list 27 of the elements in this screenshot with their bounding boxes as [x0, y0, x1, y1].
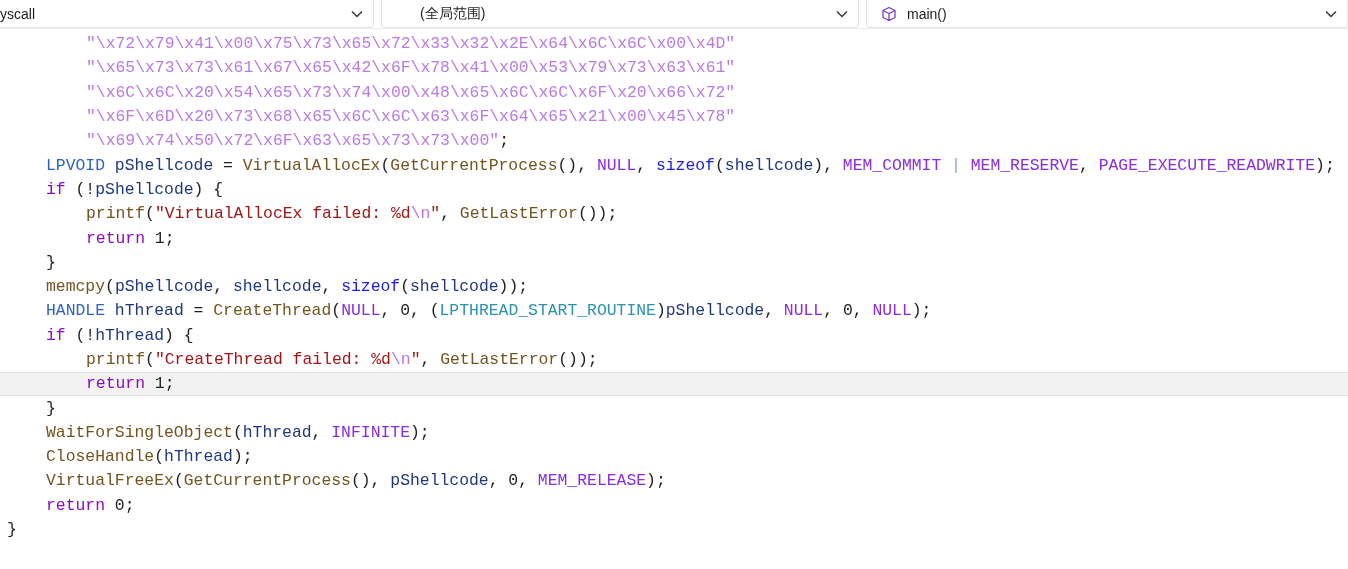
- code-line: "\x72\x79\x41\x00\x75\x73\x65\x72\x33\x32\x2E\x64\x6C\x6C\x00\x4D": [85, 33, 737, 56]
- chevron-down-icon: [351, 9, 363, 18]
- project-dropdown[interactable]: yscall: [0, 0, 374, 28]
- member-dropdown[interactable]: main(): [866, 0, 1348, 28]
- code-line: "\x69\x74\x50\x72\x6F\x63\x65\x73\x73\x00";: [85, 130, 510, 153]
- code-line: "\x65\x73\x73\x61\x67\x65\x42\x6F\x78\x41\x00\x53\x79\x73\x63\x61": [85, 57, 737, 80]
- code-line: memcpy(pShellcode, shellcode, sizeof(shellcode));: [45, 276, 530, 299]
- code-line: VirtualFreeEx(GetCurrentProcess(), pShellcode, 0, MEM_RELEASE);: [45, 470, 667, 493]
- code-line: }: [45, 251, 57, 274]
- code-line: "\x6F\x6D\x20\x73\x68\x65\x6C\x6C\x63\x6F\x64\x65\x21\x00\x45\x78": [85, 106, 737, 129]
- chevron-down-icon: [836, 9, 848, 18]
- code-line: CloseHandle(hThread);: [45, 446, 254, 469]
- code-line: if (!pShellcode) {: [45, 178, 225, 201]
- cube-icon: [881, 5, 897, 22]
- code-line: WaitForSingleObject(hThread, INFINITE);: [45, 421, 431, 444]
- code-line: "\x6C\x6C\x20\x54\x65\x73\x74\x00\x48\x65\x6C\x6C\x6F\x20\x66\x72": [85, 81, 737, 104]
- code-line: printf("VirtualAllocEx failed: %d\n", GetLastError());: [85, 203, 619, 226]
- scope-dropdown[interactable]: (全局范围): [381, 0, 859, 28]
- code-line: LPVOID pShellcode = VirtualAllocEx(GetCurrentProcess(), NULL, sizeof(shellcode), MEM_COMMIT | MEM_RESERVE, PAGE_EXECUTE_READWRITE);: [45, 154, 1336, 177]
- code-line: }: [45, 397, 57, 420]
- code-line: }: [6, 519, 18, 542]
- code-line: return 1;: [85, 227, 176, 250]
- chevron-down-icon: [1325, 9, 1337, 18]
- code-line: if (!hThread) {: [45, 324, 195, 347]
- code-line: return 0;: [45, 494, 136, 517]
- code-line: printf("CreateThread failed: %d\n", GetLastError());: [85, 349, 599, 371]
- code-line: HANDLE hThread = CreateThread(NULL, 0, (LPTHREAD_START_ROUTINE)pShellcode, NULL, 0, NULL);: [45, 300, 933, 323]
